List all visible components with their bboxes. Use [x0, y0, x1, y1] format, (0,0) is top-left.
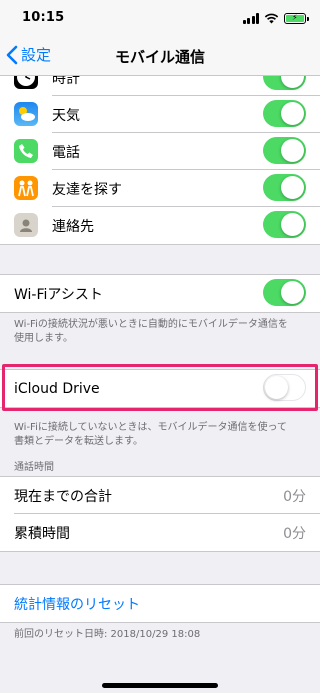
call-time-lifetime-label: 累積時間 — [14, 525, 70, 542]
reset-group: 統計情報のリセット — [0, 584, 320, 623]
toggle-contacts[interactable] — [263, 211, 306, 238]
call-time-lifetime-value: 0分 — [283, 525, 306, 542]
signal-icon — [242, 12, 259, 24]
section-header-call-time: 通話時間 — [14, 462, 54, 473]
reset-statistics-button[interactable]: 統計情報のリセット — [0, 585, 320, 622]
app-list: 時計 天気 電話 友達を探す 連絡先 — [0, 59, 320, 245]
toggle-phone[interactable] — [263, 137, 306, 164]
wifi-assist-toggle[interactable] — [263, 279, 306, 306]
app-row-find-friends: 友達を探す — [0, 170, 320, 207]
wifi-assist-group: Wi-Fiアシスト — [0, 274, 320, 313]
icloud-drive-description: Wi-Fiに接続していないときは、モバイルデータ通信を使って 書類とデータを転送… — [14, 422, 288, 447]
toggle-find-friends[interactable] — [263, 174, 306, 201]
toggle-weather[interactable] — [263, 100, 306, 127]
call-time-total-label: 現在までの合計 — [14, 488, 112, 505]
app-row-phone: 電話 — [0, 133, 320, 170]
call-time-row-total: 現在までの合計 0分 — [0, 477, 320, 514]
status-bar: 10:15 ⚡ — [0, 0, 320, 36]
wifi-assist-row: Wi-Fiアシスト — [0, 275, 320, 312]
app-label: 友達を探す — [52, 181, 122, 198]
navigation-bar: 設定 モバイル通信 — [0, 36, 320, 76]
phone-icon — [14, 139, 38, 163]
call-time-row-lifetime: 累積時間 0分 — [0, 514, 320, 551]
wifi-assist-label: Wi-Fiアシスト — [14, 286, 103, 303]
status-icons: ⚡ — [242, 11, 309, 25]
contacts-icon — [14, 213, 38, 237]
app-label: 連絡先 — [52, 218, 94, 235]
wifi-assist-description: Wi-Fiの接続状況が悪いときに自動的にモバイルデータ通信を 使用します。 — [14, 319, 288, 344]
call-time-total-value: 0分 — [283, 488, 306, 505]
app-row-weather: 天気 — [0, 96, 320, 133]
highlight-frame — [2, 364, 318, 411]
find-friends-icon — [14, 176, 38, 200]
app-label: 電話 — [52, 144, 80, 161]
status-time: 10:15 — [22, 10, 65, 25]
weather-icon — [14, 102, 38, 126]
page-title: モバイル通信 — [114, 48, 205, 66]
call-time-group: 現在までの合計 0分 累積時間 0分 — [0, 476, 320, 552]
last-reset-text: 前回のリセット日時: 2018/10/29 18:08 — [14, 629, 201, 640]
wifi-icon — [264, 13, 279, 23]
reset-statistics-label: 統計情報のリセット — [14, 596, 140, 613]
app-label: 天気 — [52, 107, 80, 124]
battery-icon: ⚡ — [284, 12, 309, 24]
home-indicator[interactable] — [102, 683, 218, 688]
app-row-contacts: 連絡先 — [0, 207, 320, 244]
